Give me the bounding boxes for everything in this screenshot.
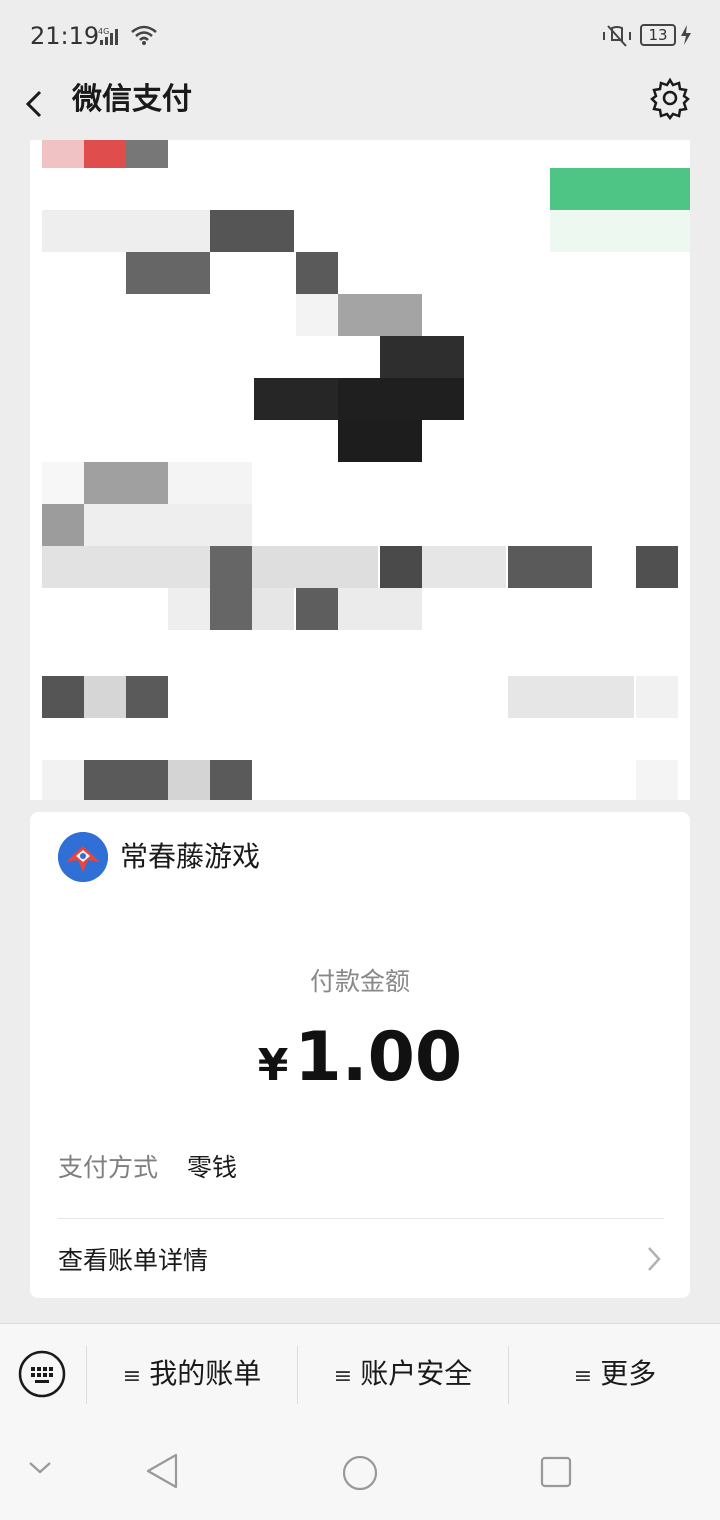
censored-block bbox=[42, 210, 210, 252]
payment-amount: ¥1.00 bbox=[30, 1018, 690, 1098]
censored-block bbox=[126, 140, 168, 168]
menu-icon: ≡ bbox=[573, 1364, 593, 1389]
censored-block bbox=[338, 378, 464, 420]
censored-block bbox=[84, 504, 252, 546]
censored-block bbox=[42, 676, 84, 718]
merchant-name: 常春藤游戏 bbox=[120, 840, 261, 873]
menu-separator bbox=[508, 1346, 509, 1404]
censored-block bbox=[42, 760, 84, 800]
censored-block bbox=[254, 378, 338, 420]
menu-label: 我的账单 bbox=[149, 1357, 262, 1390]
menu-my-bills[interactable]: ≡ 我的账单 bbox=[88, 1324, 296, 1424]
nav-home-icon[interactable] bbox=[341, 1454, 379, 1496]
view-bill-detail-label: 查看账单详情 bbox=[58, 1246, 209, 1275]
menu-label: 账户安全 bbox=[360, 1357, 473, 1390]
censored-block bbox=[636, 760, 678, 800]
amount-label: 付款金额 bbox=[309, 967, 410, 996]
signal-icon: 4G bbox=[98, 26, 124, 50]
censored-block bbox=[210, 546, 252, 588]
menu-icon: ≡ bbox=[333, 1364, 353, 1389]
censored-block bbox=[508, 546, 592, 588]
battery-indicator: 13 bbox=[640, 24, 676, 46]
menu-separator bbox=[86, 1346, 87, 1404]
payment-card: 常春藤游戏 付款金额 ¥1.00 支付方式 零钱 查看账单详情 bbox=[30, 812, 690, 1298]
censored-block bbox=[296, 294, 338, 336]
amount-value: 1.00 bbox=[294, 1018, 463, 1097]
menu-account-security[interactable]: ≡ 账户安全 bbox=[299, 1324, 507, 1424]
keyboard-icon[interactable] bbox=[18, 1350, 66, 1398]
censored-block bbox=[168, 760, 210, 800]
censored-block bbox=[84, 140, 126, 168]
status-bar: 21:19 4G 13 bbox=[0, 0, 720, 72]
page-title: 微信支付 bbox=[72, 82, 192, 117]
mute-icon bbox=[602, 24, 632, 52]
censored-block bbox=[210, 760, 252, 800]
censored-block bbox=[84, 676, 126, 718]
merchant-logo bbox=[58, 832, 108, 882]
network-type: 4G bbox=[98, 27, 109, 36]
censored-block bbox=[42, 140, 84, 168]
censored-block bbox=[550, 210, 690, 252]
censored-block bbox=[636, 676, 678, 718]
payment-method-value: 零钱 bbox=[187, 1153, 238, 1182]
nav-back-icon[interactable] bbox=[144, 1452, 180, 1494]
nav-recents-icon[interactable] bbox=[540, 1456, 572, 1492]
menu-label: 更多 bbox=[600, 1357, 657, 1390]
view-bill-detail-row[interactable]: 查看账单详情 bbox=[30, 1219, 690, 1298]
censored-block bbox=[210, 210, 294, 252]
censored-block bbox=[252, 546, 378, 588]
status-time: 21:19 bbox=[30, 22, 100, 50]
currency-symbol: ¥ bbox=[257, 1040, 289, 1091]
censored-block bbox=[508, 676, 634, 718]
wifi-icon bbox=[130, 24, 158, 50]
hide-nav-icon[interactable] bbox=[28, 1460, 52, 1480]
menu-icon: ≡ bbox=[122, 1364, 142, 1389]
censored-block bbox=[550, 168, 690, 210]
censored-block bbox=[84, 760, 168, 800]
censored-block bbox=[380, 546, 422, 588]
censored-block bbox=[338, 294, 422, 336]
censored-block bbox=[168, 588, 210, 630]
system-nav-bar bbox=[0, 1424, 720, 1520]
censored-block bbox=[636, 546, 678, 588]
menu-more[interactable]: ≡ 更多 bbox=[510, 1324, 720, 1424]
censored-block bbox=[126, 252, 210, 294]
censored-block bbox=[42, 462, 84, 504]
censored-block bbox=[338, 420, 422, 462]
censored-block bbox=[296, 588, 338, 630]
censored-block bbox=[422, 546, 506, 588]
censored-block bbox=[252, 588, 294, 630]
censored-block bbox=[338, 588, 422, 630]
censored-block bbox=[210, 588, 252, 630]
back-icon[interactable] bbox=[18, 82, 58, 126]
censored-block bbox=[84, 462, 168, 504]
censored-block bbox=[42, 504, 84, 546]
censored-block bbox=[126, 676, 168, 718]
payment-method-label: 支付方式 bbox=[58, 1153, 159, 1182]
censored-block bbox=[296, 252, 338, 294]
censored-message-card bbox=[30, 140, 690, 800]
censored-block bbox=[380, 336, 464, 378]
navigation-header: 微信支付 bbox=[0, 72, 720, 140]
settings-icon[interactable] bbox=[648, 76, 692, 121]
menu-separator bbox=[297, 1346, 298, 1404]
bottom-menu-bar: ≡ 我的账单 ≡ 账户安全 ≡ 更多 bbox=[0, 1323, 720, 1424]
chevron-right-icon bbox=[646, 1245, 662, 1277]
censored-block bbox=[42, 546, 210, 588]
charging-icon bbox=[680, 24, 692, 50]
censored-block bbox=[168, 462, 252, 504]
